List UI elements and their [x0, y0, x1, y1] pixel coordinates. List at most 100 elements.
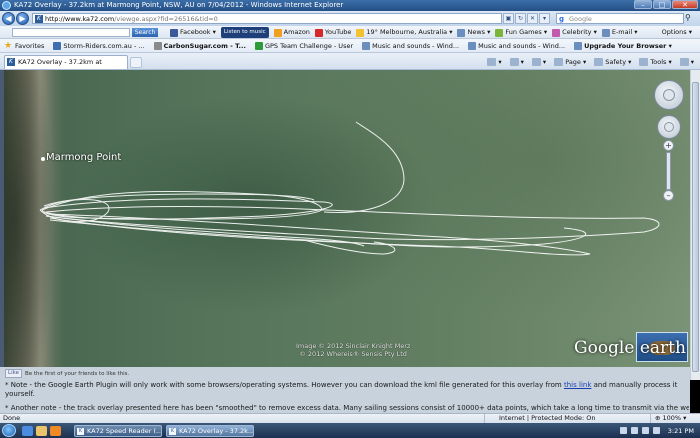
page-content: Like Be the first of your friends to lik… [0, 367, 690, 413]
command-icon [531, 57, 541, 66]
system-tray: 3:21 PM [604, 424, 700, 437]
scrollbar-thumb[interactable] [692, 82, 699, 372]
favorite-link[interactable]: Music and sounds - Wind... [362, 40, 459, 52]
favicon-icon [362, 42, 371, 50]
toolbar-item-icon [457, 28, 466, 37]
favorite-label: Music and sounds - Wind... [372, 42, 460, 50]
refresh-icon[interactable]: ↻ [515, 13, 526, 24]
toolbar-item-label: E-mail ▾ [611, 28, 638, 36]
address-input[interactable]: K http://www.ka72.com/viewge.aspx?fid=26… [32, 13, 502, 24]
zoom-level[interactable]: ⊕ 100% ▾ [650, 414, 686, 423]
zoom-slider[interactable] [666, 152, 671, 190]
toolbar-item[interactable]: YouTube [314, 27, 351, 38]
close-button[interactable]: ✕ [672, 0, 698, 9]
toolbar-item[interactable]: News ▾ [457, 27, 490, 38]
volume-icon[interactable] [652, 427, 660, 434]
toolbar-item[interactable]: 19° Melbourne, Australia ▾ [356, 27, 452, 38]
toolbar-item-icon [273, 28, 282, 37]
favorite-link[interactable]: CarbonSugar.com - T... [153, 40, 246, 52]
toolbar-item[interactable]: Amazon [273, 27, 310, 38]
command-button[interactable]: ▾ [509, 57, 524, 66]
command-icon [487, 57, 497, 66]
tab-active[interactable]: K KA72 Overlay - 37.2km at Marmong P... [4, 55, 128, 79]
favorite-link[interactable]: Music and sounds - Wind... [468, 40, 565, 52]
command-label: ▾ [520, 57, 524, 66]
toolbar-item[interactable]: Fun Games ▾ [495, 27, 547, 38]
window-title: KA72 Overlay - 37.2km at Marmong Point, … [14, 1, 344, 9]
start-button[interactable] [2, 424, 16, 437]
toolbar-item[interactable]: Listen to music [220, 27, 269, 38]
command-icon [554, 57, 564, 66]
like-button[interactable]: Like [5, 369, 22, 378]
toolbar-items: Facebook ▾ Listen to music Amazon YouTube 19… [170, 27, 643, 38]
minimize-button[interactable]: – [634, 0, 652, 9]
google-search-placeholder: Google [569, 15, 592, 23]
gps-track-overlay [39, 121, 660, 256]
maximize-button[interactable]: □ [653, 0, 671, 9]
page-scrollbar[interactable] [690, 70, 700, 380]
zoom-out-button[interactable]: – [663, 190, 674, 201]
status-text: Done [3, 414, 21, 422]
look-control-icon[interactable] [654, 80, 684, 110]
explorer-quicklaunch-icon[interactable] [36, 426, 47, 436]
search-icon[interactable]: ⚲ [685, 13, 697, 24]
security-zone[interactable]: Internet | Protected Mode: On [484, 414, 596, 423]
ie-quicklaunch-icon[interactable] [22, 426, 33, 436]
kml-download-link[interactable]: this link [564, 381, 591, 389]
taskbar-task[interactable]: K KA72 Overlay - 37.2k... [166, 425, 254, 437]
command-button[interactable]: ▾ [679, 57, 694, 66]
toolbar-options-button[interactable]: Options ▾ [662, 27, 692, 38]
command-button[interactable]: Safety ▾ [594, 57, 631, 66]
command-label: ▾ [542, 57, 547, 66]
tray-icon[interactable] [630, 427, 638, 434]
window-controls: – □ ✕ [633, 0, 698, 10]
toolbar-item[interactable]: Facebook ▾ [170, 27, 216, 38]
favorite-link[interactable]: Upgrade Your Browser ▾ [574, 40, 672, 52]
like-text: Be the first of your friends to like thi… [24, 370, 130, 377]
back-button[interactable]: ◀ [2, 12, 15, 25]
favorite-link[interactable]: GPS Team Challenge - User [254, 40, 353, 52]
favicon-icon [254, 42, 263, 50]
forward-button[interactable]: ▶ [16, 12, 29, 25]
command-button[interactable]: Tools ▾ [639, 57, 672, 66]
ie-logo-icon [2, 1, 11, 10]
toolbar-item-icon [356, 28, 365, 37]
favorites-button[interactable]: ★ Favorites [4, 40, 44, 52]
google-search-input[interactable]: g Google ⚲ [556, 13, 691, 24]
move-control-icon[interactable] [657, 115, 681, 139]
command-icon [509, 57, 519, 66]
window-title-bar: KA72 Overlay - 37.2km at Marmong Point, … [0, 0, 700, 11]
toolbar-item[interactable]: Celebrity ▾ [552, 27, 597, 38]
toolbar-search-input[interactable] [12, 28, 130, 37]
favorite-label: Storm-Riders.com.au - ... [63, 42, 145, 50]
google-earth-logo: Google earth [574, 338, 686, 358]
google-icon: g [559, 15, 565, 23]
new-tab-button[interactable] [130, 57, 142, 68]
toolbar-item-icon [170, 28, 178, 37]
favorite-label: CarbonSugar.com - T... [163, 42, 246, 50]
toolbar-item-label: Listen to music [223, 29, 266, 35]
toolbar-item[interactable]: E-mail ▾ [601, 27, 638, 38]
plugin-note: * Note - the Google Earth Plugin will on… [5, 381, 685, 399]
toolbar-search-button[interactable]: Search [132, 28, 158, 37]
zoom-in-button[interactable]: + [663, 140, 674, 151]
taskbar-task[interactable]: K KA72 Speed Reader (... [74, 425, 162, 437]
task-label: KA72 Overlay - 37.2k... [179, 427, 254, 435]
media-quicklaunch-icon[interactable] [50, 426, 61, 436]
tray-icon[interactable] [619, 427, 627, 434]
command-bar: ▾ ▾ ▾ Page ▾ Safety ▾ Tools ▾ ▾ [479, 56, 694, 67]
place-label: Marmong Point [46, 152, 122, 163]
command-button[interactable]: Page ▾ [554, 57, 586, 66]
favorite-link[interactable]: Storm-Riders.com.au - ... [53, 40, 145, 52]
task-label: KA72 Speed Reader (... [87, 427, 162, 435]
tray-icon[interactable] [641, 427, 649, 434]
dropdown-icon[interactable]: ▾ [539, 13, 550, 24]
compatibility-icon[interactable]: ▣ [503, 13, 514, 24]
stop-icon[interactable]: ✕ [527, 13, 538, 24]
addon-toolbar: Search Facebook ▾ Listen to music Amazon Yo… [0, 26, 700, 39]
google-earth-map[interactable]: Marmong Point Image © 2012 Sinclair Knig… [4, 70, 690, 367]
command-button[interactable]: ▾ [487, 57, 502, 66]
command-icon [679, 57, 689, 66]
place-marker [41, 157, 45, 161]
command-button[interactable]: ▾ [531, 57, 547, 66]
